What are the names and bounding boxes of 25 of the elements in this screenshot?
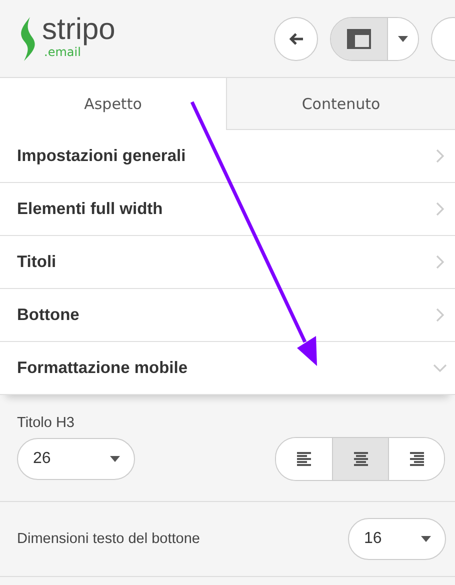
- button-text-size-label: Dimensioni testo del bottone: [17, 531, 200, 547]
- tab[interactable]: Aspetto: [0, 78, 226, 130]
- section-header[interactable]: Impostazioni generali: [0, 130, 455, 183]
- section-header[interactable]: Formattazione mobile: [0, 342, 455, 395]
- section-header[interactable]: Elementi full width: [0, 183, 455, 236]
- back-arrow-icon: [288, 32, 304, 46]
- caret-icon: [421, 536, 431, 542]
- align-center-icon: [352, 452, 368, 466]
- align-left-icon: [296, 452, 312, 466]
- caret-icon: [110, 456, 120, 462]
- layout-view-button[interactable]: [331, 18, 388, 60]
- heading-size-select[interactable]: 26: [17, 438, 135, 480]
- logo-name: stripo: [42, 14, 116, 44]
- heading-size-label: Titolo H3: [17, 415, 76, 431]
- caret-icon: [398, 36, 408, 42]
- section-header[interactable]: Titoli: [0, 236, 455, 289]
- align-right-icon: [408, 452, 424, 466]
- back-button[interactable]: [274, 16, 318, 60]
- button-text-size-select[interactable]: 16: [348, 518, 446, 560]
- tab[interactable]: Contenuto: [226, 78, 455, 130]
- layout-icon: [347, 28, 371, 48]
- logo-suffix: .email: [44, 44, 81, 58]
- section-header[interactable]: Bottone: [0, 289, 455, 342]
- align-button[interactable]: [388, 438, 444, 480]
- align-button[interactable]: [332, 438, 388, 480]
